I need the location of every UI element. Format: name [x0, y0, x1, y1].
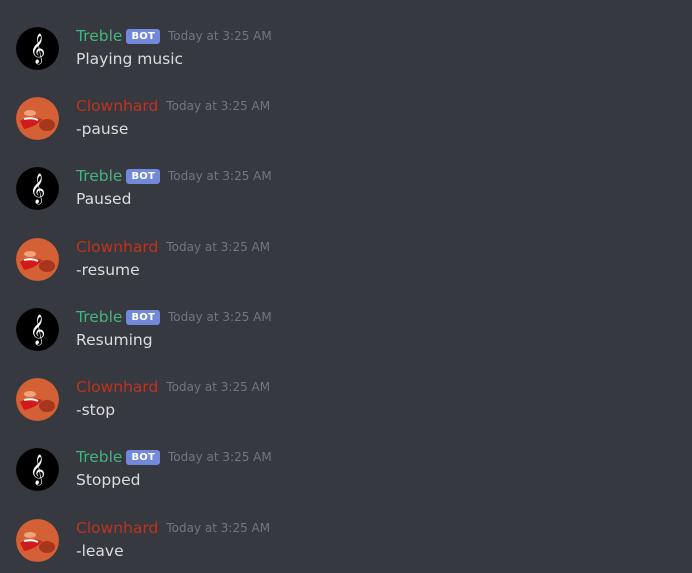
treble-clef-icon[interactable]: 𝄞 [16, 27, 59, 70]
bot-tag: BOT [126, 28, 160, 44]
message: Clownhard Today at 3:25 AM -leave [0, 519, 692, 573]
message-content: Stopped [76, 471, 141, 489]
svg-text:𝄞: 𝄞 [30, 173, 45, 205]
svg-text:𝄞: 𝄞 [30, 314, 45, 346]
red-face-avatar[interactable] [16, 238, 59, 281]
username[interactable]: Clownhard [76, 238, 158, 256]
message: 𝄞 Treble BOT Today at 3:25 AM Paused [0, 167, 692, 233]
username[interactable]: Treble [76, 448, 122, 466]
treble-clef-icon[interactable]: 𝄞 [16, 448, 59, 491]
username[interactable]: Clownhard [76, 97, 158, 115]
bot-tag: BOT [126, 168, 160, 184]
message-content: -stop [76, 401, 116, 419]
message: 𝄞 Treble BOT Today at 3:25 AM Resuming [0, 308, 692, 374]
username[interactable]: Treble [76, 27, 122, 45]
username[interactable]: Treble [76, 167, 122, 185]
timestamp: Today at 3:25 AM [168, 310, 272, 324]
message-content: -resume [76, 261, 140, 279]
timestamp: Today at 3:25 AM [168, 169, 272, 183]
bot-tag: BOT [126, 449, 160, 465]
timestamp: Today at 3:25 AM [166, 99, 271, 113]
svg-text:𝄞: 𝄞 [30, 33, 45, 65]
timestamp: Today at 3:25 AM [166, 240, 271, 254]
username[interactable]: Clownhard [76, 378, 158, 396]
timestamp: Today at 3:25 AM [168, 29, 272, 43]
svg-text:𝄞: 𝄞 [30, 454, 45, 486]
message: Clownhard Today at 3:25 AM -pause [0, 97, 692, 163]
red-face-avatar[interactable] [16, 519, 59, 562]
message-content: Resuming [76, 331, 153, 349]
message: 𝄞 Treble BOT Today at 3:25 AM Playing mu… [0, 27, 692, 93]
username[interactable]: Treble [76, 308, 122, 326]
message-content: -leave [76, 542, 124, 560]
timestamp: Today at 3:25 AM [166, 521, 271, 535]
bot-tag: BOT [126, 309, 160, 325]
message-content: Paused [76, 190, 132, 208]
timestamp: Today at 3:25 AM [166, 380, 271, 394]
red-face-avatar[interactable] [16, 97, 59, 140]
message: Clownhard Today at 3:25 AM -stop [0, 378, 692, 444]
treble-clef-icon[interactable]: 𝄞 [16, 167, 59, 210]
timestamp: Today at 3:25 AM [168, 450, 272, 464]
message-content: -pause [76, 120, 129, 138]
message-content: Playing music [76, 50, 184, 68]
chat-message-list: 𝄞 Treble BOT Today at 3:25 AM Playing mu… [0, 0, 692, 573]
red-face-avatar[interactable] [16, 378, 59, 421]
username[interactable]: Clownhard [76, 519, 158, 537]
treble-clef-icon[interactable]: 𝄞 [16, 308, 59, 351]
message: 𝄞 Treble BOT Today at 3:25 AM Stopped [0, 448, 692, 514]
message: Clownhard Today at 3:25 AM -resume [0, 238, 692, 304]
